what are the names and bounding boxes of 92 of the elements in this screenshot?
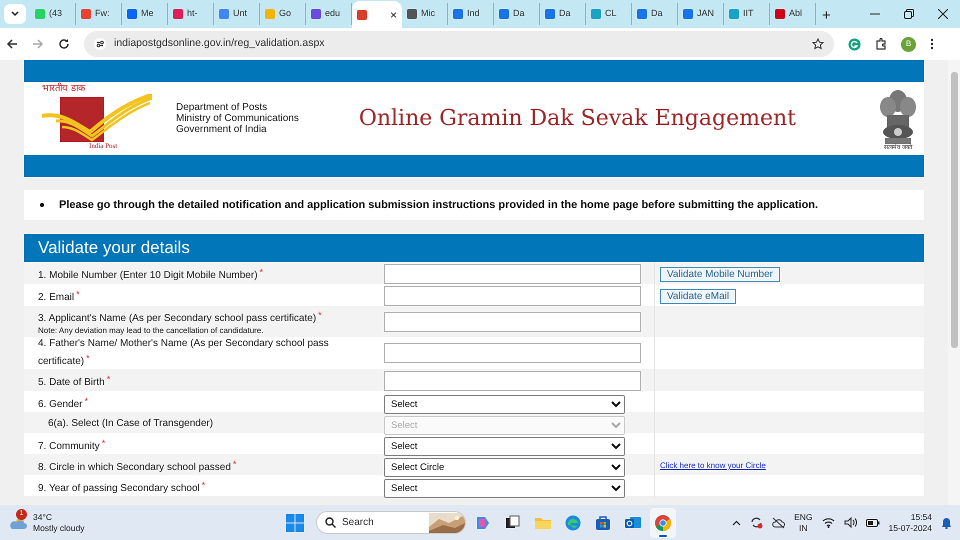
chevron-up-icon[interactable] bbox=[732, 520, 742, 526]
required-mark: * bbox=[232, 459, 236, 469]
browser-tab[interactable]: IIT bbox=[724, 3, 770, 25]
field-label: 2. Email $^{*}$ bbox=[37, 288, 81, 305]
site-info-icon[interactable] bbox=[94, 38, 106, 50]
scrollbar-thumb[interactable] bbox=[951, 72, 958, 348]
search-placeholder: Search bbox=[342, 516, 374, 530]
required-mark: * bbox=[76, 289, 80, 299]
volume-icon[interactable] bbox=[844, 517, 857, 528]
browser-tab[interactable]: CL bbox=[586, 3, 632, 25]
sync-icon[interactable] bbox=[750, 516, 764, 529]
wifi-icon[interactable] bbox=[822, 517, 835, 528]
reload-icon[interactable] bbox=[58, 38, 70, 50]
back-icon[interactable] bbox=[6, 38, 18, 50]
circle-link[interactable]: Click here to know your Circle bbox=[660, 460, 766, 472]
field-label: 4. Father's Name/ Mother's Name (As per Secondary school pass certificate) $^{*}$ bbox=[37, 337, 330, 369]
required-mark: * bbox=[260, 267, 264, 277]
browser-tab[interactable]: Ind bbox=[448, 3, 494, 25]
bullet-icon bbox=[40, 203, 44, 207]
language-text: ENG bbox=[794, 512, 813, 522]
site-title: Online Gramin Dak Sevak Engagement bbox=[358, 105, 796, 133]
browser-icon bbox=[564, 514, 582, 532]
department-text: Government of India bbox=[176, 124, 268, 135]
browser-tab[interactable]: Unt bbox=[214, 3, 260, 25]
puzzle-icon[interactable] bbox=[875, 38, 887, 50]
new-tab-button[interactable]: + bbox=[822, 8, 831, 23]
browser-tab[interactable]: × bbox=[352, 1, 402, 28]
browser-tab[interactable]: Me bbox=[122, 3, 168, 25]
close-tab-button[interactable]: × bbox=[390, 8, 397, 20]
required-mark: * bbox=[84, 396, 88, 406]
browser-tab[interactable]: Da bbox=[540, 3, 586, 25]
field-label: 5. Date of Birth $^{*}$ bbox=[37, 373, 112, 390]
form-title: Validate your details bbox=[24, 234, 924, 262]
browser-tab[interactable]: Fw: bbox=[76, 3, 122, 25]
select-dropdown[interactable]: Select bbox=[384, 437, 625, 456]
extension-icon[interactable] bbox=[848, 38, 861, 50]
star-icon[interactable] bbox=[812, 38, 824, 50]
field-label: 1. Mobile Number (Enter 10 Digit Mobile Number) $^{*}$ bbox=[37, 266, 264, 283]
input-field[interactable] bbox=[384, 343, 641, 363]
department-text: Department of Posts bbox=[176, 102, 268, 113]
input-field[interactable] bbox=[384, 312, 641, 332]
close-icon[interactable] bbox=[938, 9, 948, 19]
chrome-icon bbox=[654, 514, 672, 532]
bell-icon[interactable] bbox=[941, 516, 952, 528]
logo-text: भारतीय डाक bbox=[42, 84, 86, 94]
field-label: 6. Gender $^{*}$ bbox=[37, 395, 89, 412]
validate-button[interactable]: Validate eMail bbox=[660, 288, 736, 304]
menu-icon[interactable] bbox=[930, 38, 934, 50]
region-text: IN bbox=[798, 522, 809, 534]
field-label: 8. Circle in which Secondary school passed $^{*}$ bbox=[37, 458, 238, 475]
start-button[interactable] bbox=[286, 514, 304, 532]
browser-tab[interactable]: Mic bbox=[402, 3, 448, 25]
browser-tab[interactable]: Da bbox=[632, 3, 678, 25]
temperature-text: 34°C bbox=[33, 512, 53, 522]
clock-time[interactable]: 15:54 bbox=[888, 512, 932, 522]
browser-tab[interactable]: (43 bbox=[30, 3, 76, 25]
field-label: 9. Year of passing Secondary school $^{*}$ bbox=[37, 479, 206, 496]
search-field[interactable]: Search bbox=[316, 511, 466, 534]
tab-search-button[interactable] bbox=[4, 4, 26, 24]
field-label: 3. Applicant's Name (As per Secondary school pass certificate) $^{*}$ bbox=[37, 308, 323, 326]
required-mark: * bbox=[318, 310, 322, 320]
field-label: 7. Community $^{*}$ bbox=[37, 437, 106, 454]
browser-tab[interactable]: JAN bbox=[678, 3, 724, 25]
address-bar[interactable]: indiapostgdsonline.gov.in/reg_validation.aspx bbox=[84, 31, 834, 57]
scrollbar[interactable] bbox=[948, 60, 960, 505]
select-dropdown[interactable]: Select bbox=[384, 395, 625, 414]
input-field[interactable] bbox=[384, 264, 641, 284]
browser-tab[interactable]: Go bbox=[260, 3, 306, 25]
cloud-off-icon[interactable] bbox=[772, 516, 786, 528]
battery-icon[interactable] bbox=[866, 518, 880, 526]
store-icon bbox=[594, 514, 612, 532]
browser-tab[interactable]: ht- bbox=[168, 3, 214, 25]
select-dropdown[interactable]: Select Circle bbox=[384, 458, 625, 477]
input-field[interactable] bbox=[384, 371, 641, 391]
field-label: 6(a). Select (In Case of Transgender) bbox=[47, 417, 214, 431]
department-text: Ministry of Communications bbox=[176, 113, 299, 124]
required-mark: * bbox=[106, 374, 110, 384]
required-mark: * bbox=[86, 353, 90, 363]
required-mark: * bbox=[102, 438, 106, 448]
field-note: Note: Any deviation may lead to the cancellation of candidature. bbox=[37, 326, 264, 336]
restore-icon[interactable] bbox=[904, 9, 914, 19]
validate-button[interactable]: Validate Mobile Number bbox=[660, 266, 780, 282]
notice-text: Please go through the detailed notification and application submission instructions provided in the home page before submitting the application. bbox=[59, 198, 818, 213]
clock-date[interactable]: 15-07-2024 bbox=[888, 522, 932, 534]
weather-text: Mostly cloudy bbox=[33, 522, 84, 534]
browser-tab[interactable]: Abl bbox=[770, 3, 816, 25]
chevron-down-icon[interactable] bbox=[11, 11, 19, 17]
search-icon bbox=[325, 517, 336, 528]
browser-tab[interactable]: Da bbox=[494, 3, 540, 25]
required-mark: * bbox=[202, 480, 206, 490]
select-dropdown[interactable]: Select bbox=[384, 479, 625, 498]
input-field[interactable] bbox=[384, 286, 641, 306]
